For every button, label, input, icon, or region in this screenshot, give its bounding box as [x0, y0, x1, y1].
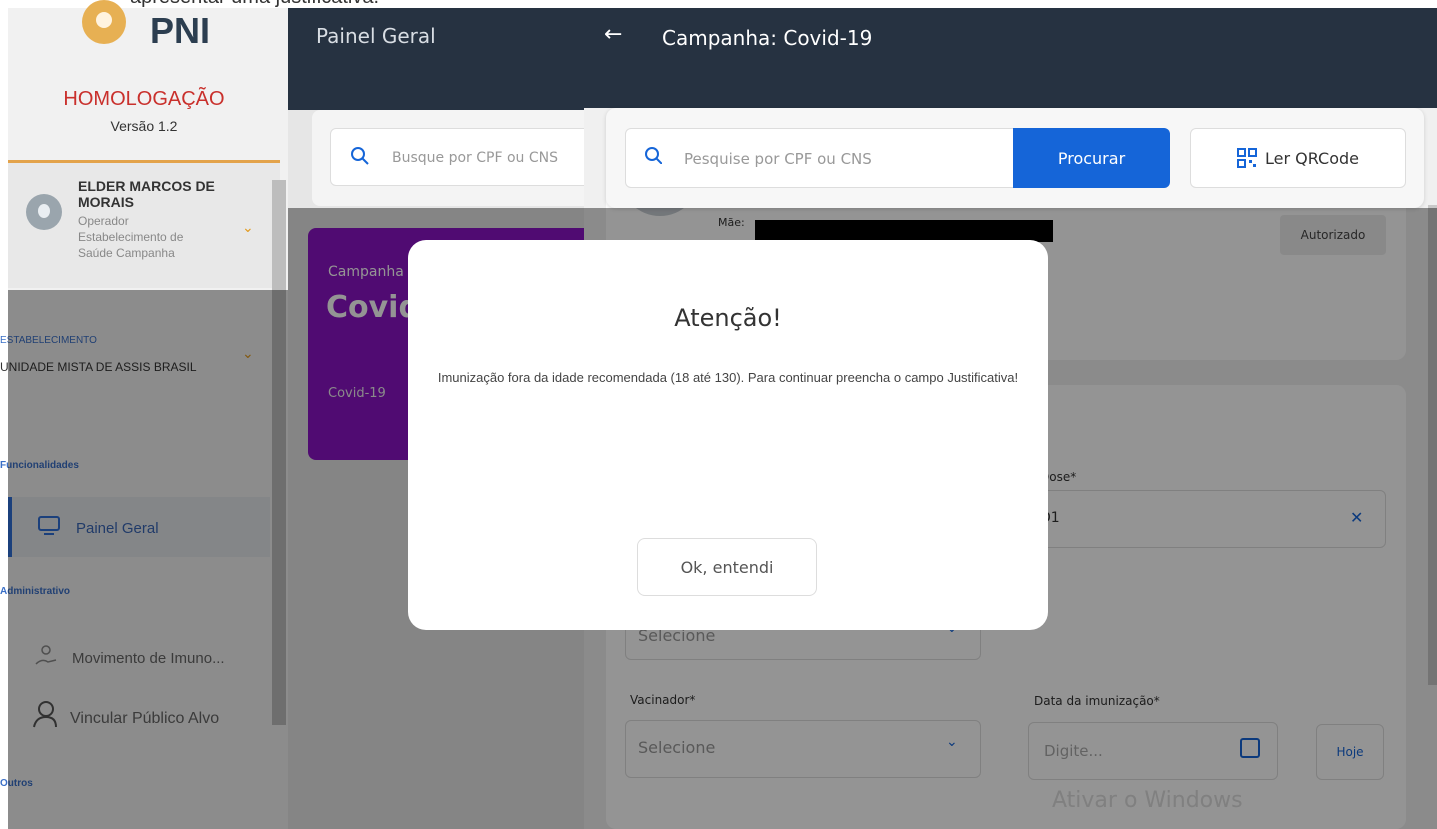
- ok-button[interactable]: Ok, entendi: [637, 538, 817, 596]
- environment-label: HOMOLOGAÇÃO: [63, 88, 225, 110]
- search-placeholder: Busque por CPF ou CNS: [392, 150, 558, 166]
- avatar: [26, 194, 62, 230]
- page-title: Painel Geral: [316, 24, 436, 48]
- app-logo: PNI: [150, 10, 211, 51]
- search-button[interactable]: Procurar: [1013, 128, 1170, 188]
- modal-overlay-sidebar: [8, 290, 288, 829]
- qrcode-button-label: Ler QRCode: [1264, 148, 1359, 168]
- search-icon: [351, 147, 369, 165]
- search-placeholder: Pesquise por CPF ou CNS: [684, 150, 872, 168]
- panel-header: [584, 8, 1437, 108]
- qrcode-icon: [1236, 148, 1257, 168]
- user-name: ELDER MARCOS DE MORAIS: [78, 178, 215, 210]
- pni-logo-icon: [82, 0, 126, 44]
- read-qrcode-button[interactable]: Ler QRCode: [1190, 128, 1406, 188]
- back-arrow-icon[interactable]: ←: [604, 22, 622, 47]
- search-icon: [645, 147, 662, 164]
- user-role: Operador Estabelecimento de Saúde Campan…: [78, 214, 184, 260]
- panel-title: Campanha: Covid-19: [662, 26, 873, 50]
- chevron-down-icon[interactable]: ⌄: [242, 220, 254, 236]
- modal-title: Atenção!: [674, 304, 782, 332]
- version-label: Versão 1.2: [110, 118, 178, 134]
- modal-message: Imunização fora da idade recomendada (18…: [437, 370, 1019, 385]
